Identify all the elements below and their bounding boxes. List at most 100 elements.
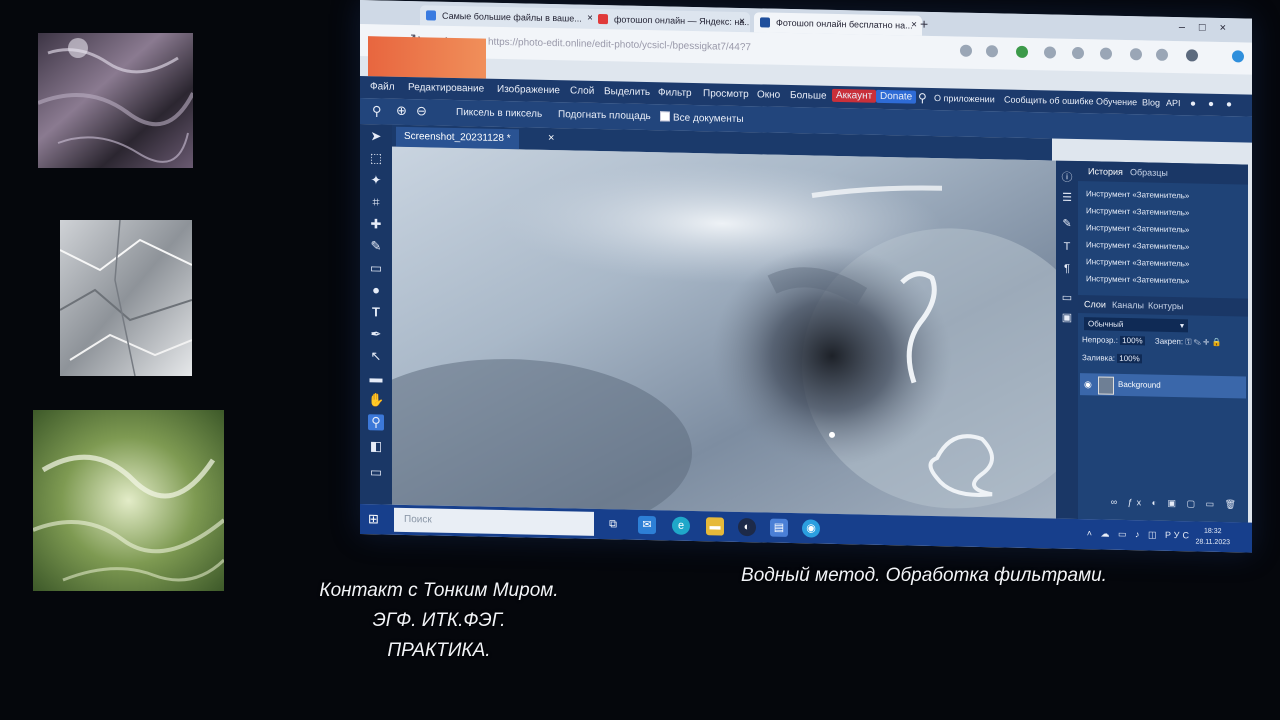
image-icon[interactable]: ▣ <box>1060 311 1074 325</box>
windows-start-icon[interactable]: ⊞ <box>368 511 382 526</box>
menu-more[interactable]: Больше <box>790 90 827 102</box>
app-icon-dark[interactable]: ◐ <box>738 517 756 537</box>
menu-select[interactable]: Выделить <box>604 86 650 98</box>
facebook-icon[interactable]: ● <box>1226 99 1232 110</box>
blend-mode-select[interactable]: Обычный ▾ <box>1084 317 1188 333</box>
thumbnail-foil <box>60 220 192 376</box>
marquee-tool-icon[interactable]: ⬚ <box>368 150 384 166</box>
path-select-tool-icon[interactable]: ↖ <box>368 348 384 364</box>
document-tab[interactable]: Screenshot_20231128 * <box>396 126 519 150</box>
extension-icon-1[interactable] <box>1044 46 1056 59</box>
new-tab-button[interactable]: + <box>920 16 928 32</box>
layer-row-background[interactable]: ◉ Background <box>1080 373 1246 399</box>
tab-samples[interactable]: Образцы <box>1130 167 1168 178</box>
menu-image[interactable]: Изображение <box>497 84 560 96</box>
extension-icon-2[interactable] <box>1072 46 1084 60</box>
menu-edit[interactable]: Редактирование <box>408 82 484 95</box>
url-input[interactable]: https://photo-edit.online/edit-photo/ycs… <box>488 34 908 61</box>
dodge-tool-icon[interactable]: ● <box>368 282 384 298</box>
menu-about[interactable]: О приложении <box>934 93 995 104</box>
store-icon[interactable]: ▤ <box>770 518 788 537</box>
mail-icon[interactable]: ✉ <box>638 515 656 535</box>
all-documents-checkbox-box[interactable] <box>660 111 670 122</box>
tab-paths[interactable]: Контуры <box>1148 301 1183 312</box>
menu-learn[interactable]: Обучение <box>1096 96 1137 107</box>
css-icon[interactable]: ▭ <box>1060 291 1074 305</box>
all-documents-checkbox[interactable]: Все документы <box>660 111 744 125</box>
menu-api[interactable]: API <box>1166 98 1181 108</box>
edge-browser-icon[interactable]: e <box>672 516 690 535</box>
history-item[interactable]: Инструмент «Затемнитель» <box>1086 257 1189 268</box>
pixel-to-pixel-button[interactable]: Пиксель в пиксель <box>456 107 542 120</box>
shape-tool-icon[interactable]: ▬ <box>368 370 384 386</box>
info-icon[interactable]: ⓘ <box>1060 169 1074 184</box>
tab-layers[interactable]: Слои <box>1084 299 1106 309</box>
magic-wand-tool-icon[interactable]: ✦ <box>368 172 384 188</box>
file-explorer-icon[interactable]: ▬ <box>706 517 724 536</box>
brush-tool-icon[interactable]: ✎ <box>368 238 384 254</box>
opacity-input[interactable]: 100% <box>1120 335 1145 346</box>
lock-icons[interactable]: ⚿ ✎ ✛ 🔒 <box>1185 337 1221 347</box>
window-controls[interactable]: –□× <box>1179 21 1240 34</box>
twitter-icon[interactable]: ● <box>1208 99 1214 110</box>
paragraph-icon[interactable]: ¶ <box>1060 263 1074 277</box>
donate-button[interactable]: Donate <box>876 89 917 104</box>
history-item[interactable]: Инструмент «Затемнитель» <box>1086 274 1189 285</box>
quick-mask-icon[interactable]: ▭ <box>368 464 384 480</box>
history-item[interactable]: Инструмент «Затемнитель» <box>1086 189 1189 200</box>
reddit-icon[interactable]: ● <box>1190 98 1196 109</box>
history-item[interactable]: Инструмент «Затемнитель» <box>1086 223 1189 234</box>
eraser-tool-icon[interactable]: ▭ <box>368 260 384 276</box>
account-button[interactable]: Аккаунт <box>832 88 877 103</box>
all-documents-label: Все документы <box>673 112 744 126</box>
tab-history[interactable]: История <box>1088 166 1123 177</box>
zoom-tool-icon-selected[interactable]: ⚲ <box>368 414 384 431</box>
download-icon[interactable] <box>1016 45 1028 58</box>
visibility-eye-icon[interactable]: ◉ <box>1084 379 1092 390</box>
tab-channels[interactable]: Каналы <box>1112 300 1144 311</box>
menu-file[interactable]: Файл <box>370 81 395 93</box>
history-list-icon[interactable]: ☰ <box>1060 191 1074 205</box>
favorites-icon[interactable] <box>986 45 998 58</box>
pen-tool-icon[interactable]: ✒ <box>368 326 384 342</box>
layers-footer-icons[interactable]: ∞ ƒx ◐ ▣ ▢ ▭ 🗑 <box>1078 491 1248 515</box>
extension-icon-3[interactable] <box>1100 47 1112 60</box>
search-icon[interactable]: ⚲ <box>918 91 927 105</box>
system-tray[interactable]: ˄ ☁ ▭ ♪ ◫ РУС <box>1087 528 1192 541</box>
move-tool-icon[interactable]: ➤ <box>368 128 384 144</box>
task-view-icon[interactable]: ⧉ <box>604 515 622 533</box>
history-item[interactable]: Инструмент «Затемнитель» <box>1086 240 1189 251</box>
fill-input[interactable]: 100% <box>1117 353 1142 364</box>
pinned-app-icon[interactable]: ◉ <box>802 519 820 538</box>
healing-tool-icon[interactable]: ✚ <box>368 216 384 232</box>
menu-report-bug[interactable]: Сообщить об ошибке <box>1004 94 1094 106</box>
menu-window[interactable]: Окно <box>757 89 780 100</box>
text-tool-icon[interactable]: T <box>368 304 384 320</box>
taskbar-search-input[interactable]: Поиск <box>394 507 594 536</box>
character-icon[interactable]: T <box>1060 241 1074 255</box>
taskbar-clock[interactable]: 18:32 28.11.2023 <box>1195 526 1230 549</box>
layer-name: Background <box>1118 379 1161 390</box>
history-item[interactable]: Инструмент «Затемнитель» <box>1086 206 1189 217</box>
document-close-icon[interactable]: × <box>548 132 554 144</box>
tab-2-close-icon[interactable]: × <box>739 12 745 32</box>
brush-settings-icon[interactable]: ✎ <box>1060 217 1074 231</box>
color-swatches-icon[interactable]: ◧ <box>368 438 384 454</box>
hand-tool-icon[interactable]: ✋ <box>368 392 384 408</box>
extension-icon-5[interactable] <box>1156 48 1168 61</box>
zoom-out-icon[interactable]: ⊖ <box>416 103 427 119</box>
crop-tool-icon[interactable]: ⌗ <box>368 194 384 210</box>
zoom-icon[interactable] <box>960 44 972 57</box>
menu-layer[interactable]: Слой <box>570 85 594 97</box>
extension-icon-4[interactable] <box>1130 48 1142 61</box>
fit-area-button[interactable]: Подогнать площадь <box>558 109 651 122</box>
menu-view[interactable]: Просмотр <box>703 88 749 100</box>
image-canvas[interactable] <box>392 146 1056 519</box>
language-indicator[interactable]: РУС <box>1165 530 1192 541</box>
profile-icon[interactable] <box>1186 49 1198 62</box>
menu-filter[interactable]: Фильтр <box>658 87 692 99</box>
menu-blog[interactable]: Blog <box>1142 97 1160 107</box>
sidebar-icon[interactable] <box>1232 50 1244 63</box>
zoom-in-icon[interactable]: ⊕ <box>396 103 407 119</box>
tab-3-close-icon[interactable]: × <box>911 16 917 36</box>
